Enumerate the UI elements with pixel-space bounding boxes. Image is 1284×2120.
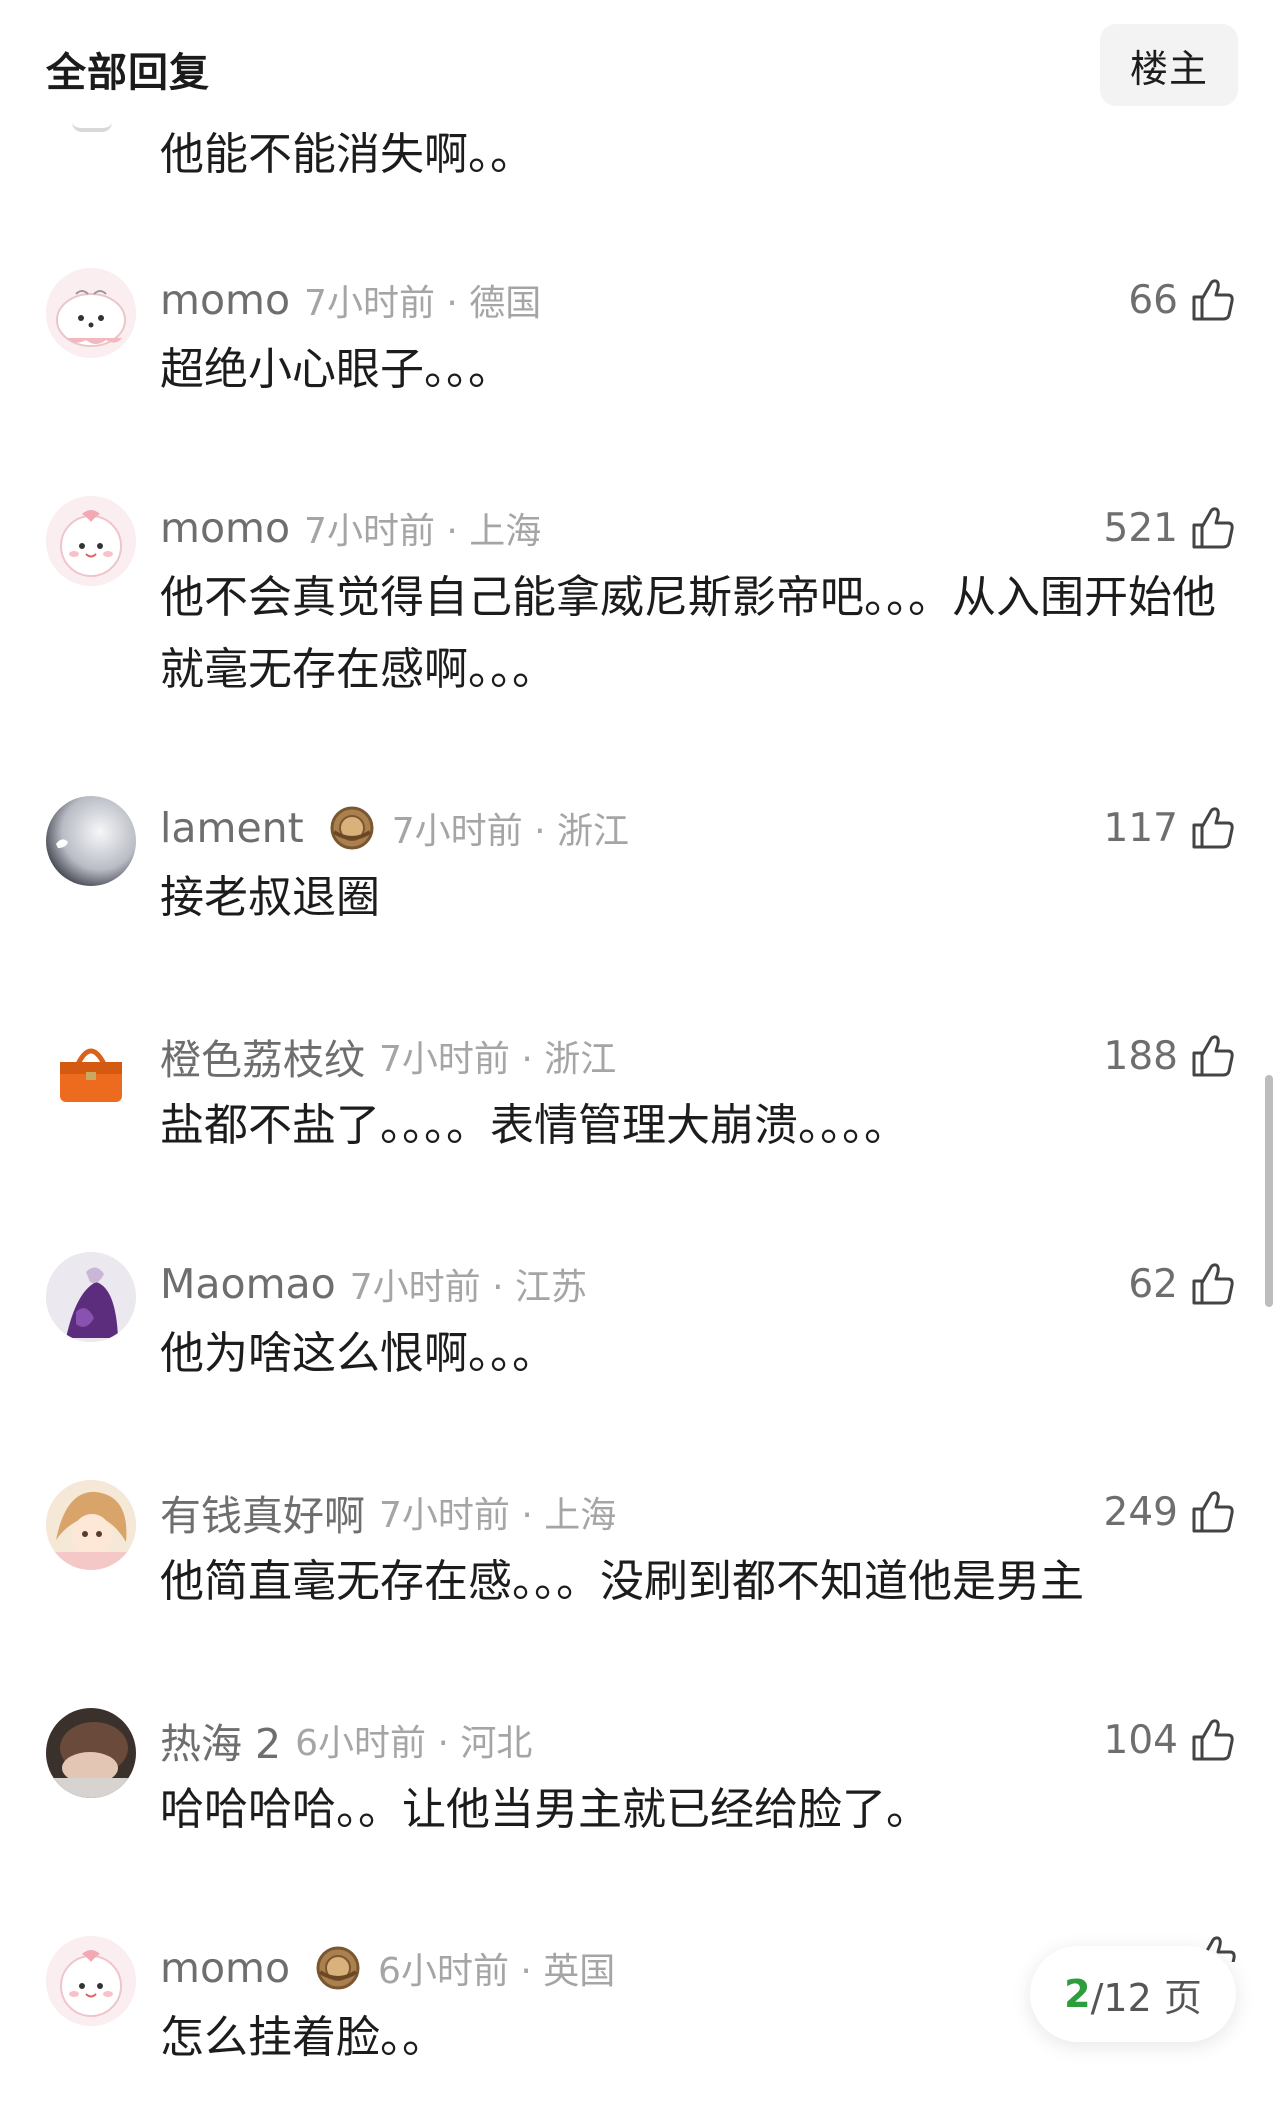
like-count: 66 (1128, 277, 1178, 323)
like-button[interactable]: 188 (1104, 1026, 1238, 1086)
username[interactable]: momo (160, 1944, 290, 1992)
like-count: 188 (1103, 1033, 1178, 1079)
medal-icon (312, 1942, 364, 1994)
like-count: 249 (1103, 1489, 1178, 1535)
like-button[interactable]: 117 (1104, 798, 1238, 858)
comment-time-location: 6小时前 · 英国 (378, 1951, 616, 1992)
comment-text: 超绝小心眼子。。。 (160, 344, 512, 395)
partial-reply-text: 他能不能消失啊。。 (160, 129, 534, 180)
username[interactable]: 热海 2 (160, 1710, 281, 1770)
thumbs-up-icon (1188, 503, 1238, 553)
comment-text: 他不会真觉得自己能拿威尼斯影帝吧。。。从入围开始他就毫无存在感啊。。。 (160, 572, 1216, 695)
avatar[interactable] (46, 1480, 136, 1570)
pager-current-page: 2 (1064, 1972, 1091, 2016)
avatar[interactable] (46, 1936, 136, 2026)
username[interactable]: 橙色荔枝纹 (160, 1026, 365, 1086)
username[interactable]: momo (160, 504, 290, 552)
avatar[interactable] (46, 268, 136, 358)
comment-text: 他为啥这么恨啊。。。 (160, 1328, 556, 1379)
username[interactable]: 有钱真好啊 (160, 1482, 365, 1542)
comment-text: 他简直毫无存在感。。。没刷到都不知道他是男主 (160, 1556, 1084, 1607)
thumbs-up-icon (1188, 275, 1238, 325)
comment-text: 接老叔退圈 (160, 872, 380, 923)
comment-time-location: 7小时前 · 上海 (304, 511, 542, 552)
thumbs-up-icon (1188, 1715, 1238, 1765)
page: 全部回复 楼主 他能不能消失啊。。 momo 7小时前 · 德国 66 超绝小心… (0, 0, 1284, 2120)
like-count: 62 (1128, 1261, 1178, 1307)
like-button[interactable]: 249 (1104, 1482, 1238, 1542)
thumbs-up-icon (1188, 1259, 1238, 1309)
page-title: 全部回复 (46, 50, 210, 96)
like-button[interactable]: 521 (1104, 498, 1238, 558)
like-count: 104 (1103, 1717, 1178, 1763)
avatar[interactable] (46, 1024, 136, 1114)
header: 全部回复 楼主 (0, 0, 1284, 118)
page-indicator[interactable]: 2 /12 页 (1030, 1946, 1236, 2042)
op-only-button[interactable]: 楼主 (1100, 24, 1238, 106)
thumbs-up-icon (1188, 1487, 1238, 1537)
username[interactable]: momo (160, 276, 290, 324)
like-button[interactable]: 66 (1128, 270, 1238, 330)
like-button[interactable]: 62 (1128, 1254, 1238, 1314)
avatar[interactable] (46, 796, 136, 886)
medal-icon (326, 802, 378, 854)
scrollbar[interactable] (1265, 1075, 1273, 1307)
thumbs-up-icon (1188, 803, 1238, 853)
comment-time-location: 7小时前 · 浙江 (391, 811, 629, 852)
comment-text: 盐都不盐了。。。。表情管理大崩溃。。。。 (160, 1100, 908, 1151)
comment-time-location: 7小时前 · 德国 (304, 283, 542, 324)
avatar[interactable] (46, 1252, 136, 1342)
username[interactable]: lament (160, 804, 304, 852)
comment-time-location: 7小时前 · 江苏 (349, 1267, 587, 1308)
partial-avatar-edge (72, 122, 112, 132)
avatar[interactable] (46, 1708, 136, 1798)
avatar[interactable] (46, 496, 136, 586)
thumbs-up-icon (1188, 1031, 1238, 1081)
comment-time-location: 6小时前 · 河北 (295, 1723, 533, 1764)
pager-total: /12 页 (1090, 1975, 1202, 2020)
username[interactable]: Maomao (160, 1260, 336, 1308)
comment-time-location: 7小时前 · 浙江 (379, 1039, 617, 1080)
like-count: 117 (1103, 805, 1178, 851)
like-button[interactable]: 104 (1104, 1710, 1238, 1770)
like-count: 521 (1103, 505, 1178, 551)
comment-time-location: 7小时前 · 上海 (379, 1495, 617, 1536)
comment-text: 哈哈哈哈。。让他当男主就已经给脸了。 (160, 1784, 930, 1835)
